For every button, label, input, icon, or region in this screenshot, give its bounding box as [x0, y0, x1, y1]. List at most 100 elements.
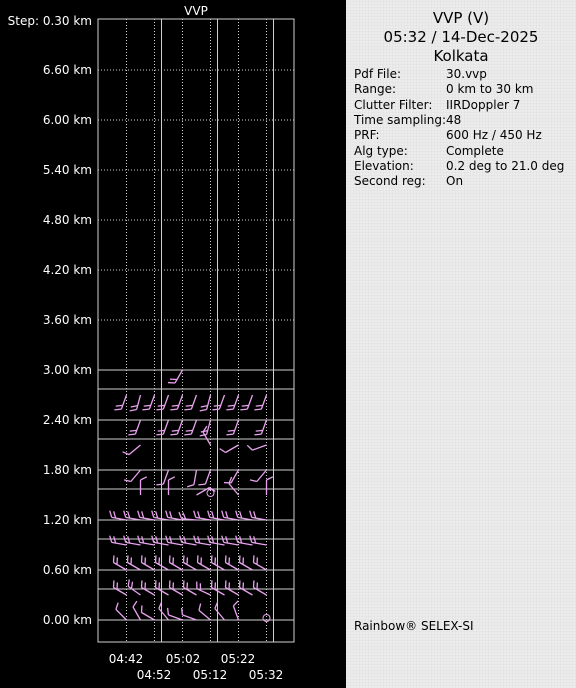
y-tick-label: 1.20 km	[43, 513, 92, 527]
wind-barb	[115, 602, 127, 621]
wind-barb-shaft	[205, 419, 212, 435]
y-tick-label: 5.40 km	[43, 163, 92, 177]
info-key: Alg type:	[354, 143, 408, 158]
wind-barb-shaft	[232, 394, 240, 410]
wind-barb-shaft	[246, 394, 254, 410]
x-tick-label: 05:12	[193, 668, 228, 682]
wind-barb-feather	[193, 510, 197, 518]
info-key: Pdf File:	[354, 67, 402, 81]
wind-barb-shaft	[251, 541, 267, 546]
info-value: 0 km to 30 km	[446, 82, 534, 97]
wind-barb	[254, 419, 268, 436]
wind-barb	[238, 580, 253, 596]
wind-barb	[246, 444, 267, 451]
wind-barb	[196, 555, 211, 571]
product-location: Kolkata	[433, 47, 489, 65]
wind-barb-shaft	[125, 541, 141, 546]
wind-barb-feather	[115, 602, 119, 610]
wind-barb	[166, 607, 183, 621]
wind-barb-feather	[170, 433, 178, 436]
x-tick-label: 05:32	[249, 668, 284, 682]
wind-barb-shaft	[237, 541, 253, 546]
chart-title: VVP	[184, 4, 208, 18]
wind-barb-feather	[235, 510, 239, 518]
wind-barb	[184, 394, 198, 411]
wind-barb-feather	[211, 511, 215, 519]
wind-barb-feather	[137, 510, 141, 518]
wind-barb-feather	[169, 536, 173, 544]
x-tick-label: 05:02	[166, 652, 201, 666]
wind-barb-feather	[127, 536, 131, 544]
wind-barb	[167, 369, 184, 384]
wind-barb-feather	[127, 579, 130, 587]
wind-barb-shaft	[205, 394, 212, 410]
wind-barb	[128, 419, 142, 436]
vendor-footer: Rainbow® SELEX-SI	[354, 619, 474, 633]
wind-barb-feather	[122, 451, 130, 456]
wind-barb-shaft	[176, 394, 184, 410]
wind-barb	[249, 510, 267, 521]
wind-barb-shaft	[252, 444, 267, 451]
info-value: On	[446, 174, 464, 189]
wind-barb-shaft	[162, 469, 170, 485]
wind-barb	[112, 580, 127, 596]
wind-barb	[212, 394, 226, 411]
wind-barb-feather	[197, 511, 201, 519]
info-key: Range:	[354, 82, 397, 97]
wind-barb-feather	[226, 433, 234, 436]
wind-barb-feather	[240, 408, 248, 411]
wind-barb-shaft	[195, 541, 211, 546]
wind-barb	[232, 600, 240, 621]
wind-barb-feather	[157, 404, 165, 407]
wind-barb-feather	[255, 404, 263, 407]
wind-barb-feather	[141, 536, 145, 544]
wind-barb-feather	[155, 536, 159, 544]
wind-barb-shaft	[183, 561, 197, 571]
wind-barb-shaft	[174, 369, 184, 384]
wind-barb-shaft	[214, 608, 225, 621]
wind-barb-shaft	[193, 469, 198, 485]
wind-barb-feather	[141, 511, 145, 519]
wind-barb	[170, 419, 184, 436]
wind-barb	[254, 394, 268, 411]
wind-barb	[129, 394, 142, 412]
y-tick-label: 6.60 km	[43, 63, 92, 77]
wind-barb	[265, 476, 274, 495]
y-tick-label: 6.00 km	[43, 113, 92, 127]
info-value: 30.vvp	[446, 67, 487, 81]
product-title: VVP (V)	[432, 9, 490, 27]
wind-barb-feather	[241, 404, 249, 407]
wind-barb-feather	[227, 404, 235, 407]
wind-barb	[196, 581, 211, 596]
plot-frame	[97, 18, 295, 643]
wind-barb-feather	[198, 483, 206, 486]
wind-barb-feather	[129, 429, 137, 432]
wind-barb-feather	[142, 408, 150, 411]
wind-barb-shaft	[141, 611, 155, 621]
wind-barb	[114, 394, 128, 411]
wind-barb	[210, 580, 225, 596]
wind-barb-feather	[168, 476, 176, 481]
wind-barb-feather	[155, 511, 159, 519]
wind-barb	[240, 394, 254, 411]
wind-barb-feather	[166, 607, 170, 615]
wind-barb-feather	[246, 444, 253, 451]
wind-barb	[198, 469, 212, 486]
wind-barb-feather	[113, 536, 117, 544]
wind-barb	[184, 419, 198, 436]
wind-barb-feather	[123, 479, 132, 483]
info-key: Elevation:	[354, 158, 414, 173]
wind-barb-shaft	[168, 614, 183, 621]
wind-barb-shaft	[162, 394, 170, 410]
wind-barb-feather	[207, 510, 211, 518]
wind-barb	[198, 603, 211, 621]
wind-barb-shaft	[176, 419, 184, 435]
wind-barb	[156, 394, 170, 411]
wind-barb-feather	[239, 536, 243, 544]
wind-barb-feather	[197, 536, 201, 544]
wind-barb-feather	[239, 511, 243, 519]
y-tick-label: 1.80 km	[43, 463, 92, 477]
wind-barb-shaft	[190, 419, 198, 435]
wind-barb-feather	[169, 511, 173, 519]
wind-barb-feather	[219, 448, 226, 454]
